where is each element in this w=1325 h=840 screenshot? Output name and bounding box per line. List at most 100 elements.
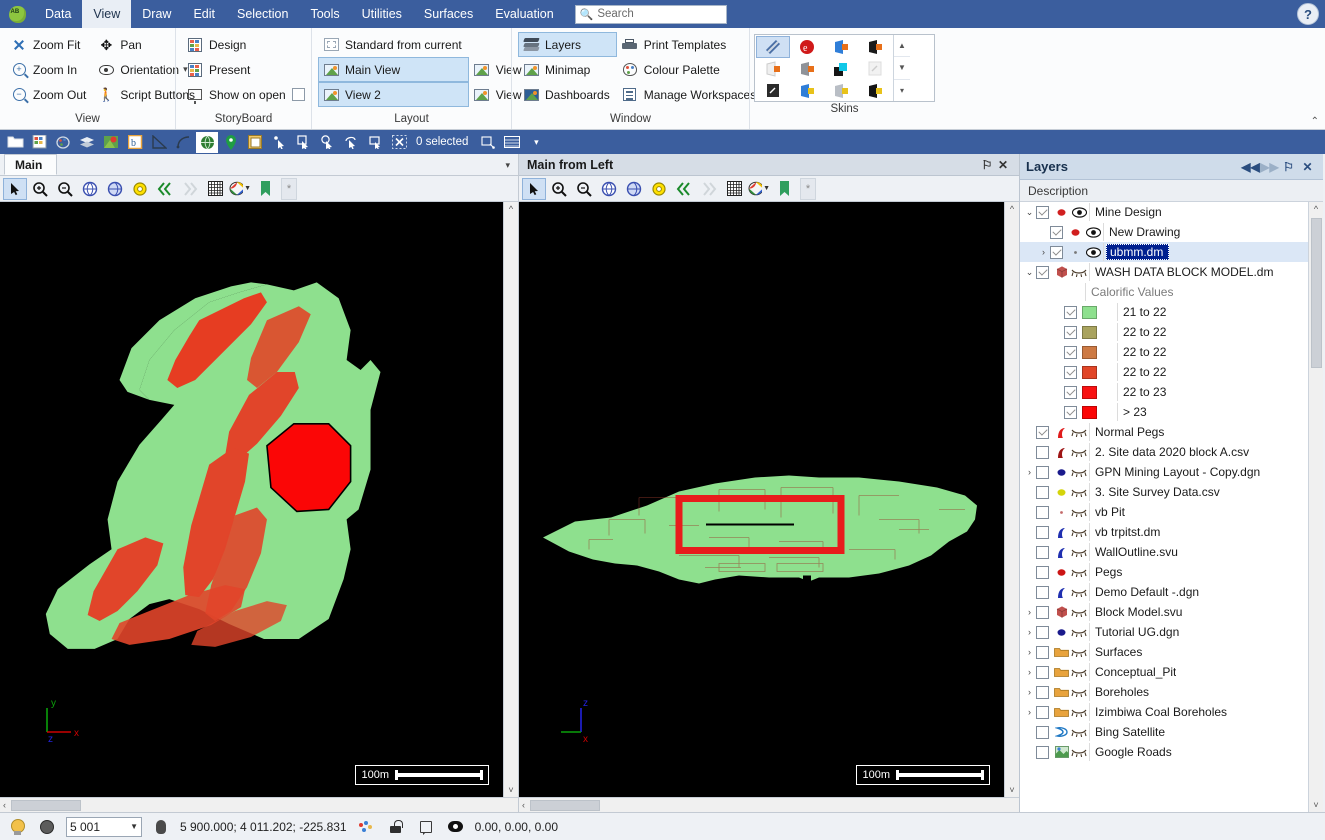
skins-scroll-up[interactable]: ▲	[894, 35, 910, 57]
layer-visibility-checkbox[interactable]	[1036, 686, 1049, 699]
layer-visibility-checkbox[interactable]	[1036, 586, 1049, 599]
globe-view-icon[interactable]	[103, 178, 127, 200]
scroll-down-icon[interactable]: ˅	[508, 783, 513, 797]
eye-closed-icon[interactable]	[1070, 628, 1088, 637]
table-row[interactable]: 22 to 23	[1020, 382, 1308, 402]
eye-open-icon[interactable]	[1084, 227, 1102, 238]
skin-default-icon[interactable]	[756, 36, 790, 58]
step-back-icon[interactable]	[153, 178, 177, 200]
design-button[interactable]: Design	[182, 32, 312, 57]
eye-closed-icon[interactable]	[1070, 688, 1088, 697]
expander-icon[interactable]: ›	[1024, 627, 1035, 637]
table-row[interactable]: 2. Site data 2020 block A.csv	[1020, 442, 1308, 462]
menu-item-selection[interactable]: Selection	[226, 0, 299, 28]
step-back-icon[interactable]	[672, 178, 696, 200]
colour-palette-icon[interactable]: ▼	[747, 178, 771, 200]
tab-main[interactable]: Main	[4, 154, 57, 175]
expander-icon[interactable]: ⌄	[1024, 207, 1035, 218]
collapse-left-icon[interactable]: ◀◀	[1241, 160, 1260, 174]
bookmark-flag-icon[interactable]	[253, 178, 277, 200]
colour-palette-icon[interactable]: ▼	[228, 178, 252, 200]
table-row[interactable]: Demo Default -.dgn	[1020, 582, 1308, 602]
select-circle-icon[interactable]	[316, 132, 338, 153]
eye-closed-icon[interactable]	[1070, 448, 1088, 457]
table-row[interactable]: ›Tutorial UG.dgn	[1020, 622, 1308, 642]
select-rect-icon[interactable]	[364, 132, 386, 153]
pointer-icon[interactable]	[522, 178, 546, 200]
skin-red-office-icon[interactable]: e	[790, 36, 824, 58]
unlocked-icon[interactable]	[385, 816, 407, 838]
table-row[interactable]: vb Pit	[1020, 502, 1308, 522]
table-row[interactable]: Calorific Values	[1020, 282, 1308, 302]
expander-icon[interactable]: ⌄	[1024, 267, 1035, 278]
layer-visibility-checkbox[interactable]	[1036, 506, 1049, 519]
scroll-left-icon[interactable]: ‹	[0, 800, 9, 810]
layer-visibility-checkbox[interactable]	[1064, 326, 1077, 339]
table-row[interactable]: ›Conceptual_Pit	[1020, 662, 1308, 682]
eye-icon[interactable]	[445, 816, 467, 838]
pin-icon[interactable]: ⚐	[1279, 160, 1298, 174]
pin-icon[interactable]: ⚐	[979, 158, 995, 172]
layer-visibility-checkbox[interactable]	[1036, 206, 1049, 219]
menu-item-tools[interactable]: Tools	[299, 0, 350, 28]
left-viewport-canvas[interactable]: y x z 100m	[0, 202, 503, 797]
table-row[interactable]: ⌄Mine Design	[1020, 202, 1308, 222]
layers-icon[interactable]	[76, 132, 98, 153]
eye-open-icon[interactable]	[1070, 207, 1088, 218]
scroll-up-icon[interactable]: ^	[509, 202, 513, 216]
marker-pin-icon[interactable]	[220, 132, 242, 153]
layer-visibility-checkbox[interactable]	[1036, 646, 1049, 659]
expander-icon[interactable]: ›	[1038, 247, 1049, 257]
left-vertical-scrollbar[interactable]: ^ ˅	[503, 202, 518, 797]
help-button[interactable]: ?	[1297, 3, 1319, 25]
layer-visibility-checkbox[interactable]	[1036, 426, 1049, 439]
eye-closed-icon[interactable]	[1070, 608, 1088, 617]
scroll-up-icon[interactable]: ^	[1314, 202, 1318, 216]
layer-visibility-checkbox[interactable]	[1064, 366, 1077, 379]
menu-item-evaluation[interactable]: Evaluation	[484, 0, 564, 28]
globe-view-icon[interactable]	[622, 178, 646, 200]
scroll-down-icon[interactable]: ˅	[1009, 783, 1014, 797]
expander-icon[interactable]: ›	[1024, 607, 1035, 617]
layers-button[interactable]: Layers	[518, 32, 617, 57]
eye-closed-icon[interactable]	[1070, 588, 1088, 597]
window-snap-icon[interactable]	[244, 132, 266, 153]
layer-visibility-checkbox[interactable]	[1036, 626, 1049, 639]
skin-blue-cube-icon[interactable]	[824, 36, 858, 58]
zoom-in-icon[interactable]	[547, 178, 571, 200]
expander-icon[interactable]: ›	[1024, 687, 1035, 697]
table-row[interactable]: Bing Satellite	[1020, 722, 1308, 742]
step-forward-icon[interactable]	[697, 178, 721, 200]
clear-selection-icon[interactable]	[388, 132, 410, 153]
step-forward-icon[interactable]	[178, 178, 202, 200]
layers-scrollbar[interactable]: ^ ˅	[1308, 202, 1323, 812]
eye-closed-icon[interactable]	[1070, 548, 1088, 557]
layer-visibility-checkbox[interactable]	[1050, 246, 1063, 259]
table-row[interactable]: ›Izimbiwa Coal Boreholes	[1020, 702, 1308, 722]
table-row[interactable]: ⌄WASH DATA BLOCK MODEL.dm	[1020, 262, 1308, 282]
selection-list-icon[interactable]	[501, 132, 523, 153]
layer-visibility-checkbox[interactable]	[1036, 526, 1049, 539]
skin-blue-yellow-cube-icon[interactable]	[790, 80, 824, 102]
eye-closed-icon[interactable]	[1070, 528, 1088, 537]
select-box-icon[interactable]	[292, 132, 314, 153]
table-row[interactable]: 22 to 22	[1020, 322, 1308, 342]
bookmark-flag-icon[interactable]	[772, 178, 796, 200]
close-icon[interactable]: ✕	[995, 158, 1011, 172]
table-row[interactable]: ›ubmm.dm	[1020, 242, 1308, 262]
expander-icon[interactable]: ›	[1024, 707, 1035, 717]
eye-closed-icon[interactable]	[1070, 568, 1088, 577]
eye-open-icon[interactable]	[1084, 247, 1102, 258]
table-row[interactable]: 21 to 22	[1020, 302, 1308, 322]
table-row[interactable]: WallOutline.svu	[1020, 542, 1308, 562]
skins-scroll-down[interactable]: ▼	[894, 57, 910, 79]
table-row[interactable]: ›Surfaces	[1020, 642, 1308, 662]
eye-closed-icon[interactable]	[1070, 668, 1088, 677]
note-icon[interactable]	[415, 816, 437, 838]
left-horizontal-scrollbar[interactable]: ‹	[0, 797, 518, 812]
measure-angle-icon[interactable]	[148, 132, 170, 153]
table-row[interactable]: 3. Site Survey Data.csv	[1020, 482, 1308, 502]
open-folder-icon[interactable]	[4, 132, 26, 153]
scroll-thumb[interactable]	[530, 800, 600, 811]
skin-light-disabled-icon[interactable]	[858, 58, 892, 80]
